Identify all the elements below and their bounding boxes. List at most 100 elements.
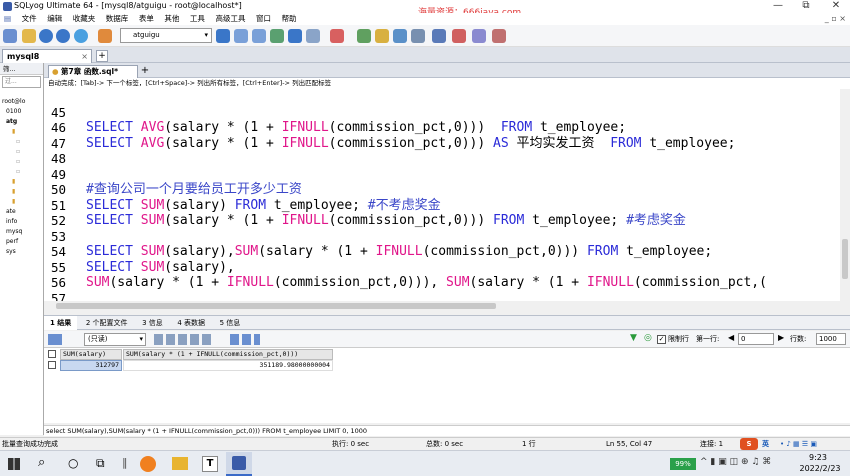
execute-icon[interactable] <box>39 29 53 43</box>
search-icon[interactable]: ⌕ <box>38 455 45 470</box>
filter-icon[interactable]: ▼ <box>630 333 637 343</box>
editor-tab-functions[interactable]: ● 第7章 函数.sql* <box>48 65 138 78</box>
limit-rows-checkbox[interactable]: ✓ <box>657 335 666 344</box>
grid-mode-icon[interactable] <box>48 334 62 345</box>
sqlyog-taskbar-icon[interactable] <box>226 452 252 476</box>
user-manager-icon[interactable] <box>216 29 230 43</box>
view-toggle-icons[interactable] <box>230 334 260 345</box>
menu-favorites[interactable]: 收藏夹 <box>69 13 100 25</box>
tree-folder[interactable]: ▫ <box>0 157 43 167</box>
connection-tab-mysql8[interactable]: mysql8 × <box>2 49 92 63</box>
tree-folder[interactable]: ▫ <box>0 137 43 147</box>
next-page-icon[interactable]: ▶ <box>778 333 784 342</box>
windows-start-icon[interactable] <box>8 458 20 470</box>
task-view-icon[interactable]: ⧉ <box>96 456 105 471</box>
column-header[interactable]: SUM(salary) <box>60 349 122 360</box>
text-editor-icon[interactable]: T <box>202 456 218 472</box>
connect-icon[interactable] <box>3 29 17 43</box>
execute-all-icon[interactable] <box>56 29 70 43</box>
column-header[interactable]: SUM(salary * (1 + IFNULL(commission_pct,… <box>123 349 333 360</box>
menu-file[interactable]: 文件 <box>18 13 41 25</box>
tab-result[interactable]: 1 结果 <box>44 316 78 330</box>
tree-folder[interactable]: ▫ <box>0 167 43 177</box>
sogou-ime-icon[interactable]: S <box>740 438 758 450</box>
file-explorer-icon[interactable] <box>172 457 188 470</box>
menu-database[interactable]: 数据库 <box>102 13 133 25</box>
first-row-input[interactable]: 0 <box>738 333 774 345</box>
editor-horizontal-scrollbar[interactable] <box>44 301 850 311</box>
battery-indicator[interactable]: 99% <box>670 458 696 470</box>
sql-editor[interactable]: 45 SELECT AVG(salary * (1 + IFNULL(commi… <box>44 89 840 301</box>
refresh-result-icon[interactable]: ◎ <box>644 333 652 343</box>
browser-icon[interactable] <box>140 456 156 472</box>
cortana-icon[interactable]: ○ <box>68 456 78 470</box>
menu-advanced-tools[interactable]: 高级工具 <box>211 13 249 25</box>
tree-item-db[interactable]: perf <box>0 237 43 247</box>
ime-tool-icons[interactable]: • ♪ ▦ ☰ ▣ <box>780 438 817 450</box>
migration-icon[interactable] <box>411 29 425 43</box>
backup-icon[interactable] <box>234 29 248 43</box>
tree-item-db[interactable]: mysq <box>0 227 43 237</box>
tab-table-data[interactable]: 4 表数据 <box>171 316 211 330</box>
menu-tools[interactable]: 工具 <box>186 13 209 25</box>
scrollbar-thumb[interactable] <box>842 239 848 279</box>
schema-designer-icon[interactable] <box>288 29 302 43</box>
tree-item-db[interactable]: sys <box>0 247 43 257</box>
formatter-icon[interactable] <box>472 29 486 43</box>
maximize-button[interactable]: ⧉ <box>794 0 818 13</box>
clock-date[interactable]: 2022/2/23 <box>798 464 842 473</box>
tree-item-atguigu[interactable]: atg <box>0 117 43 127</box>
stop-icon[interactable] <box>98 29 112 43</box>
tab-profile[interactable]: 2 个配置文件 <box>80 316 134 330</box>
minimize-button[interactable]: — <box>766 0 790 13</box>
tab-info[interactable]: 3 信息 <box>136 316 169 330</box>
notification-icon[interactable] <box>393 29 407 43</box>
tree-item-db[interactable]: ate <box>0 207 43 217</box>
add-connection-tab-button[interactable]: + <box>96 50 108 62</box>
new-query-icon[interactable] <box>22 29 36 43</box>
tree-folder[interactable]: ▮ <box>0 127 43 137</box>
query-builder-icon[interactable] <box>306 29 320 43</box>
menu-help[interactable]: 帮助 <box>278 13 301 25</box>
result-mode-select[interactable]: (只读) ▾ <box>84 333 146 346</box>
data-sync-icon[interactable] <box>357 29 371 43</box>
table-cell[interactable]: 312797 <box>60 360 122 371</box>
menu-edit[interactable]: 编辑 <box>43 13 66 25</box>
mdi-window-controls[interactable]: _ ▫ × <box>825 13 846 25</box>
filter-input[interactable]: 过... <box>2 76 41 88</box>
close-tab-icon[interactable]: × <box>81 50 88 63</box>
rows-input[interactable]: 1000 <box>816 333 846 345</box>
scheduler-icon[interactable] <box>375 29 389 43</box>
tree-folder[interactable]: ▮ <box>0 197 43 207</box>
database-select[interactable]: atguigu ▾ <box>120 28 212 43</box>
history-icon[interactable] <box>492 29 506 43</box>
tree-folder[interactable]: ▮ <box>0 177 43 187</box>
scrollbar-thumb[interactable] <box>56 303 496 309</box>
row-checkbox[interactable] <box>48 361 56 369</box>
tree-folder[interactable]: ▮ <box>0 187 43 197</box>
result-action-icons[interactable] <box>154 334 214 345</box>
profiler-icon[interactable] <box>452 29 466 43</box>
tree-folder[interactable]: ▫ <box>0 147 43 157</box>
import-icon[interactable] <box>270 29 284 43</box>
table-cell[interactable]: 351189.98000000004 <box>123 360 333 371</box>
sync-icon[interactable] <box>330 29 344 43</box>
add-query-tab-button[interactable]: + <box>140 65 150 77</box>
menu-table[interactable]: 表单 <box>135 13 158 25</box>
menu-other[interactable]: 其他 <box>160 13 183 25</box>
menu-window[interactable]: 窗口 <box>252 13 275 25</box>
tree-item-db[interactable]: info <box>0 217 43 227</box>
prev-page-icon[interactable]: ◀ <box>728 333 734 342</box>
clock-time[interactable]: 9:23 <box>798 453 838 462</box>
tray-icons[interactable]: ^ ▮ ▣ ◫ ⊕ ♫ ⌘ <box>700 457 771 467</box>
refresh-icon[interactable] <box>74 29 88 43</box>
select-all-checkbox[interactable] <box>48 350 56 358</box>
tab-messages[interactable]: 5 信息 <box>214 316 247 330</box>
report-icon[interactable] <box>432 29 446 43</box>
tree-item-root[interactable]: root@lo <box>0 97 43 107</box>
ime-language[interactable]: 英 <box>762 438 769 450</box>
close-button[interactable]: ✕ <box>824 0 848 13</box>
restore-icon[interactable] <box>252 29 266 43</box>
editor-vertical-scrollbar[interactable] <box>840 89 850 301</box>
tree-item-db[interactable]: 0100 <box>0 107 43 117</box>
